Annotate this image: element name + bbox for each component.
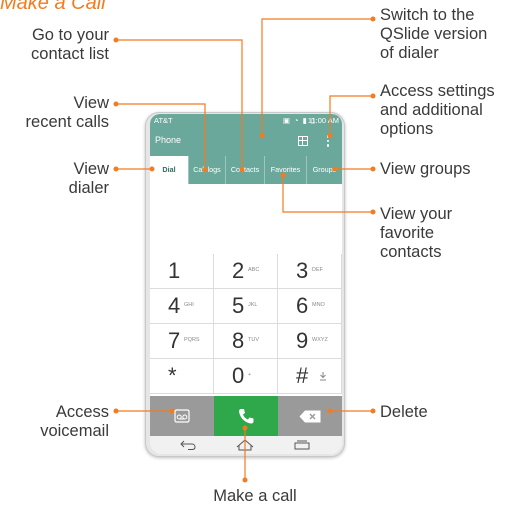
- leader-qslide: [261, 18, 373, 136]
- leader-favorites: [282, 175, 373, 213]
- leader-settings: [329, 95, 373, 136]
- leader-recent-calls: [116, 103, 206, 170]
- callout-leader-lines: [113, 16, 376, 483]
- leader-contact-list: [116, 39, 243, 170]
